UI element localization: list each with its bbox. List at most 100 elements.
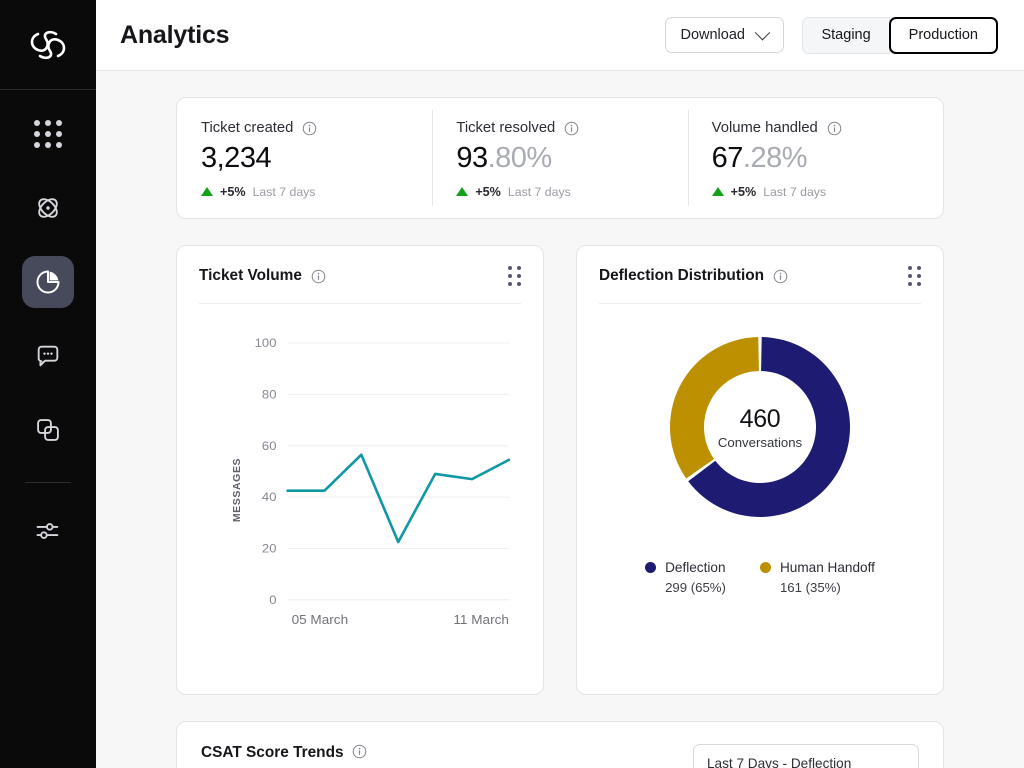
kpi-period: Last 7 days	[253, 185, 316, 199]
info-icon[interactable]	[564, 121, 579, 136]
legend-value: 161 (35%)	[780, 580, 875, 595]
kpi-label: Volume handled	[712, 120, 818, 136]
card-title: Deflection Distribution	[599, 267, 764, 285]
legend-color-swatch	[645, 562, 656, 573]
trend-up-icon	[456, 187, 468, 196]
drag-handle-icon[interactable]	[508, 266, 521, 286]
kpi-value: 3,234	[201, 143, 408, 175]
y-axis-tick: 80	[262, 388, 277, 401]
card-header: Deflection Distribution	[599, 266, 921, 304]
sidebar-item-settings[interactable]	[22, 505, 74, 557]
info-icon[interactable]	[827, 121, 842, 136]
sidebar-divider	[25, 482, 71, 483]
y-axis-tick: 40	[262, 491, 277, 504]
copy-layers-icon	[34, 416, 62, 444]
legend-row: Deflection	[645, 560, 726, 575]
charts-row: Ticket Volume MESSAGES 02040608010005 Ma…	[176, 245, 944, 695]
kpi-summary-card: Ticket created 3,234 +5% Last 7 days	[176, 97, 944, 219]
topbar: Analytics Download Staging Production	[96, 0, 1024, 71]
trend-up-icon	[201, 187, 213, 196]
ticket-volume-card: Ticket Volume MESSAGES 02040608010005 Ma…	[176, 245, 544, 695]
atom-orbit-icon	[34, 194, 62, 222]
line-series	[288, 455, 509, 542]
info-icon[interactable]	[302, 121, 317, 136]
kpi-value-main: 3,234	[201, 142, 271, 174]
kpi-value-fraction: .80%	[488, 142, 552, 174]
kpi-header: Ticket resolved	[456, 120, 663, 136]
kpi-label: Ticket created	[201, 120, 293, 136]
infinity-knot-logo-icon	[26, 27, 70, 63]
donut-center-label: 460 Conversations	[669, 336, 851, 518]
card-header: Ticket Volume	[199, 266, 521, 304]
card-title: CSAT Score Trends	[201, 744, 344, 762]
y-axis-tick: 100	[255, 337, 277, 350]
kpi-period: Last 7 days	[763, 185, 826, 199]
legend-row: Human Handoff	[760, 560, 875, 575]
legend-color-swatch	[760, 562, 771, 573]
donut-total-value: 460	[740, 405, 781, 434]
dashboard-content: Ticket created 3,234 +5% Last 7 days	[96, 71, 1024, 768]
trend-up-icon	[712, 187, 724, 196]
csat-filter-select[interactable]: Last 7 Days - Deflection	[693, 744, 919, 768]
legend-item-human-handoff[interactable]: Human Handoff 161 (35%)	[760, 560, 875, 595]
environment-toggle: Staging Production	[802, 17, 998, 54]
pie-chart-icon	[34, 268, 62, 296]
app-root: Analytics Download Staging Production Ti…	[0, 0, 1024, 768]
sidebar-item-analytics[interactable]	[22, 256, 74, 308]
legend-item-deflection[interactable]: Deflection 299 (65%)	[645, 560, 726, 595]
donut-graphic: 460 Conversations	[669, 336, 851, 518]
y-axis-tick: 0	[269, 593, 276, 606]
download-button-label: Download	[680, 27, 745, 43]
card-title: Ticket Volume	[199, 267, 302, 285]
env-tab-production[interactable]: Production	[889, 17, 998, 54]
kpi-label: Ticket resolved	[456, 120, 555, 136]
main-region: Analytics Download Staging Production Ti…	[96, 0, 1024, 768]
kpi-value-main: 93	[456, 142, 487, 174]
chat-bubble-icon	[34, 342, 62, 370]
topbar-actions: Download Staging Production	[665, 17, 998, 54]
donut-legend: Deflection 299 (65%) Human Handoff	[645, 560, 875, 595]
kpi-period: Last 7 days	[508, 185, 571, 199]
kpi-header: Volume handled	[712, 120, 919, 136]
kpi-footer: +5% Last 7 days	[712, 185, 919, 199]
kpi-delta: +5%	[475, 185, 501, 199]
sidebar-item-workflows[interactable]	[22, 404, 74, 456]
info-icon[interactable]	[311, 269, 326, 284]
kpi-value: 93.80%	[456, 143, 663, 175]
env-tab-staging[interactable]: Staging	[802, 17, 889, 54]
deflection-distribution-card: Deflection Distribution	[576, 245, 944, 695]
line-chart-body: MESSAGES 02040608010005 March11 March	[199, 304, 521, 676]
line-chart-svg: 02040608010005 March11 March	[199, 304, 521, 676]
y-axis-label: MESSAGES	[231, 458, 243, 522]
csat-filter-value: Last 7 Days - Deflection	[707, 756, 851, 768]
page-title: Analytics	[120, 21, 229, 50]
sidebar-item-models[interactable]	[22, 182, 74, 234]
donut-chart-body: 460 Conversations Deflection	[599, 304, 921, 676]
drag-handle-icon[interactable]	[908, 266, 921, 286]
kpi-ticket-created: Ticket created 3,234 +5% Last 7 days	[177, 98, 432, 218]
apps-grid-icon	[34, 120, 62, 148]
kpi-footer: +5% Last 7 days	[456, 185, 663, 199]
legend-label: Human Handoff	[780, 560, 875, 575]
csat-trends-card: CSAT Score Trends Last 7 Days - Deflecti…	[176, 721, 944, 768]
x-axis-tick: 11 March	[453, 612, 509, 626]
y-axis-tick: 20	[262, 542, 277, 555]
y-axis-tick: 60	[262, 439, 277, 452]
legend-value: 299 (65%)	[665, 580, 726, 595]
legend-label: Deflection	[665, 560, 725, 575]
kpi-value-fraction: .28%	[743, 142, 807, 174]
sidebar-item-apps[interactable]	[22, 108, 74, 160]
sidebar-nav	[0, 90, 96, 579]
kpi-header: Ticket created	[201, 120, 408, 136]
kpi-value: 67.28%	[712, 143, 919, 175]
info-icon[interactable]	[773, 269, 788, 284]
chevron-down-icon	[755, 24, 771, 40]
app-logo[interactable]	[0, 0, 96, 90]
info-icon[interactable]	[352, 744, 367, 759]
kpi-footer: +5% Last 7 days	[201, 185, 408, 199]
sliders-icon	[34, 517, 62, 545]
sidebar-item-chat[interactable]	[22, 330, 74, 382]
line-chart: MESSAGES 02040608010005 March11 March	[199, 304, 521, 676]
kpi-volume-handled: Volume handled 67.28% +5% Last 7 day	[688, 98, 943, 218]
download-button[interactable]: Download	[665, 17, 784, 53]
